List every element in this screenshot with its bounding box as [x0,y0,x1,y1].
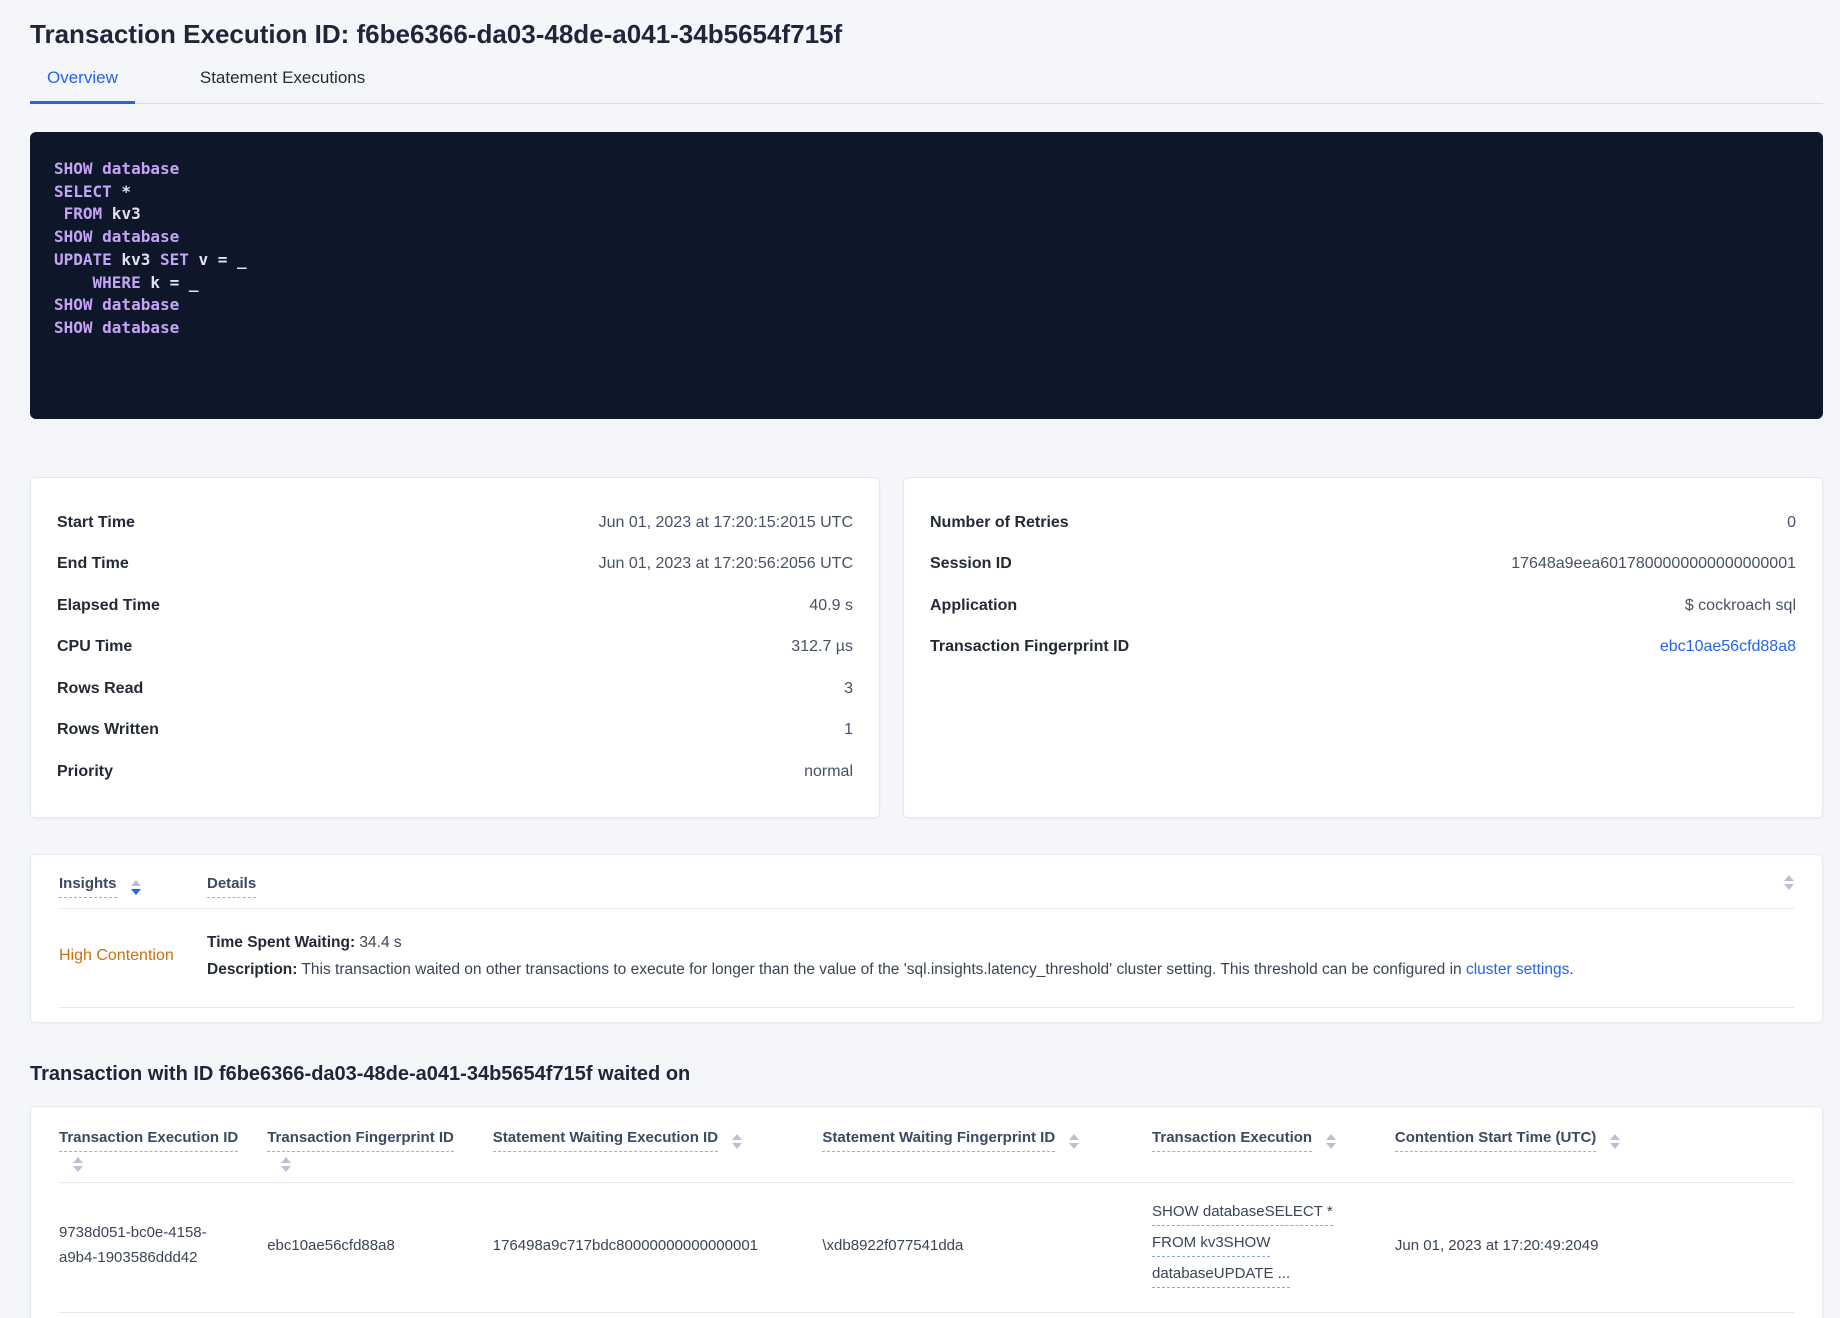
detail-row-end-time: End Time Jun 01, 2023 at 17:20:56:2056 U… [57,555,853,573]
cell-transaction-execution-link[interactable]: SHOW databaseSELECT * FROM kv3SHOW datab… [1152,1199,1395,1292]
column-header-transaction-execution: Transaction Execution [1152,1129,1395,1172]
detail-row-rows-written: Rows Written 1 [57,721,853,739]
page-title: Transaction Execution ID: f6be6366-da03-… [30,19,843,49]
insight-description: Description: This transaction waited on … [207,960,1574,978]
execution-overview-card: Start Time Jun 01, 2023 at 17:20:15:2015… [30,477,880,818]
column-header-statement-waiting-fingerprint-id: Statement Waiting Fingerprint ID [822,1129,1152,1172]
sort-icon[interactable] [1069,1133,1080,1149]
detail-row-session-id: Session ID 17648a9eea6017800000000000000… [930,555,1796,573]
transaction-fingerprint-link[interactable]: ebc10ae56cfd88a8 [1660,638,1796,656]
transaction-details-page: Transaction Execution ID: f6be6366-da03-… [0,0,1840,1318]
insights-column-label[interactable]: Insights [59,875,117,898]
insight-details: Time Spent Waiting: 34.4 s Description: … [207,929,1794,983]
sql-line: SHOW database [54,317,180,337]
column-header-contention-start-time: Contention Start Time (UTC) [1394,1129,1794,1172]
sql-statements-box: SHOW database SELECT * FROM kv3 SHOW dat… [30,132,1823,419]
cell-contention-start-time: Jun 01, 2023 at 17:20:49:2049 [1394,1236,1599,1254]
summary-cards-row: Start Time Jun 01, 2023 at 17:20:15:2015… [30,477,1823,818]
time-spent-waiting: Time Spent Waiting: 34.4 s [207,933,402,951]
details-column-label[interactable]: Details [207,875,257,898]
insights-table-header: Insights Details [59,874,1794,909]
sql-line: SHOW database [54,295,180,315]
insights-table: Insights Details High Contention Time Sp… [30,853,1823,1023]
insight-row: High Contention Time Spent Waiting: 34.4… [59,909,1794,1008]
sql-line: SHOW database [54,159,180,178]
column-header-statement-waiting-execution-id: Statement Waiting Execution ID [492,1129,823,1172]
sql-line: WHERE k = _ [92,272,199,292]
tab-bar: Overview Statement Executions [30,62,1823,104]
sql-line: SELECT * [54,181,132,201]
detail-row-cpu-time: CPU Time 312.7 µs [57,638,853,656]
sort-icon[interactable] [73,1156,83,1172]
sort-icon[interactable] [1784,874,1794,890]
column-header-transaction-fingerprint-id: Transaction Fingerprint ID [267,1129,493,1172]
cluster-settings-link[interactable]: cluster settings [1466,961,1569,978]
sql-line: SHOW database [54,227,180,247]
sql-line: FROM kv3 [63,204,141,224]
detail-row-priority: Priority normal [57,762,853,780]
column-header-transaction-execution-id: Transaction Execution ID [59,1129,267,1172]
waited-on-table-header: Transaction Execution ID Transaction Fin… [59,1129,1794,1183]
detail-row-rows-read: Rows Read 3 [57,679,853,697]
sort-icon[interactable] [1610,1133,1621,1149]
detail-row-transaction-fingerprint-id: Transaction Fingerprint ID ebc10ae56cfd8… [930,638,1796,656]
details-column-header: Details [207,875,257,898]
detail-row-start-time: Start Time Jun 01, 2023 at 17:20:15:2015… [57,513,853,531]
table-row: 9738d051-bc0e-4158-a9b4-1903586ddd42 ebc… [59,1183,1794,1313]
detail-row-elapsed-time: Elapsed Time 40.9 s [57,596,853,614]
sql-line: UPDATE kv3 SET v = _ [54,249,247,269]
cell-transaction-execution-id: 9738d051-bc0e-4158-a9b4-1903586ddd42 [59,1224,207,1266]
waited-on-heading: Transaction with ID f6be6366-da03-48de-a… [30,1062,691,1085]
session-details-card: Number of Retries 0 Session ID 17648a9ee… [903,477,1823,818]
detail-row-number-of-retries: Number of Retries 0 [930,513,1796,531]
cell-statement-waiting-fingerprint-id: \xdb8922f077541dda [822,1236,964,1254]
cell-transaction-fingerprint-id: ebc10ae56cfd88a8 [267,1236,395,1254]
cell-statement-waiting-execution-id: 176498a9c717bdc80000000000000001 [492,1236,759,1254]
high-contention-badge: High Contention [59,946,174,964]
sort-icon[interactable] [281,1156,292,1172]
tab-overview[interactable]: Overview [30,62,135,104]
waited-on-table: Transaction Execution ID Transaction Fin… [30,1105,1823,1318]
sort-icon[interactable] [1326,1133,1337,1149]
tab-statement-executions[interactable]: Statement Executions [183,62,382,104]
sort-icon[interactable] [732,1133,743,1149]
insights-column-header: Insights [59,875,207,898]
sort-icon[interactable] [130,879,141,895]
detail-row-application: Application $ cockroach sql [930,596,1796,614]
